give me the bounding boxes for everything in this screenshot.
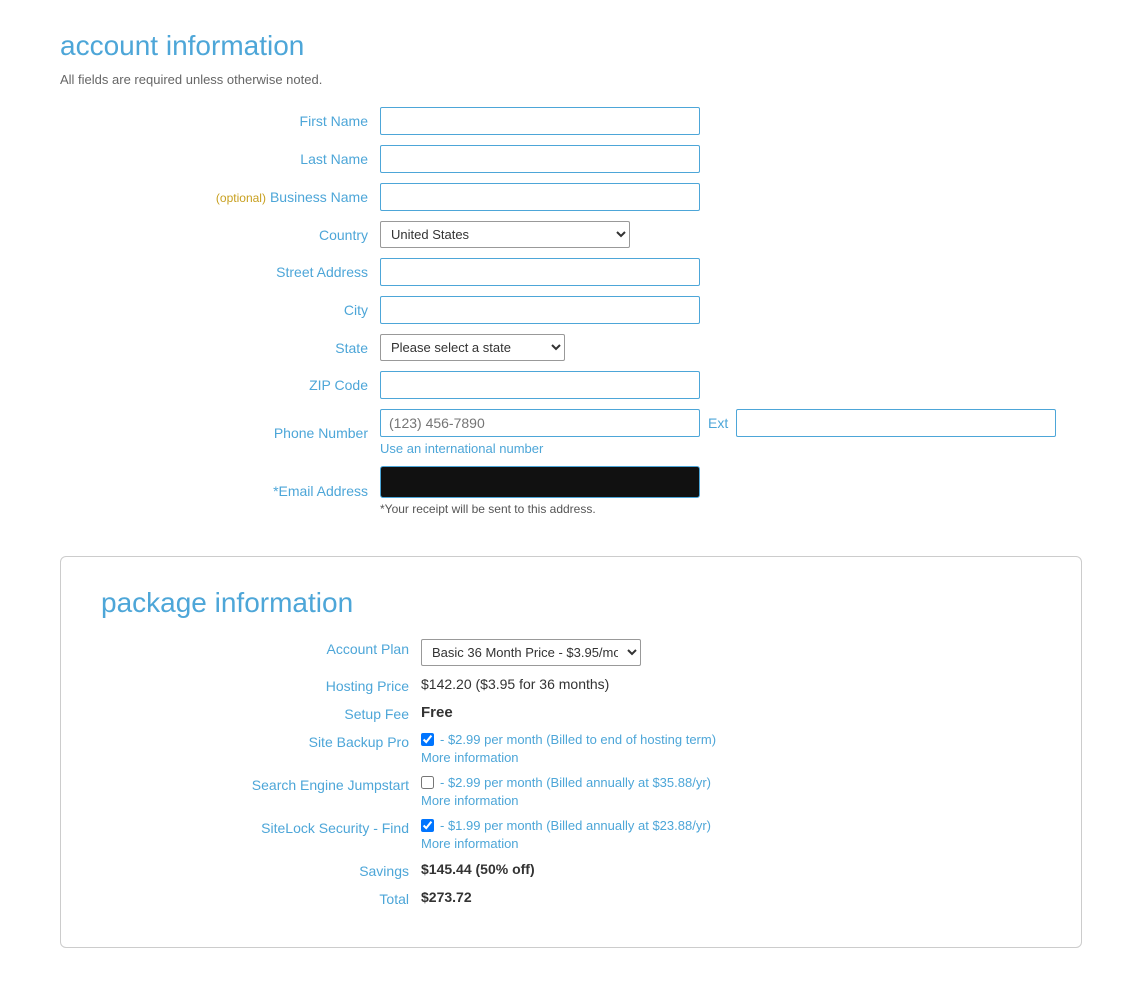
total-row: Total $273.72 — [101, 889, 1041, 907]
phone-number-row: Phone Number Ext Use an international nu… — [60, 409, 1082, 456]
search-engine-checkbox[interactable] — [421, 776, 434, 789]
sitelock-checkbox[interactable] — [421, 819, 434, 832]
business-name-row: (optional)Business Name — [60, 183, 1082, 211]
street-address-input[interactable] — [380, 258, 700, 286]
search-engine-addon: - $2.99 per month (Billed annually at $3… — [421, 775, 711, 808]
street-address-row: Street Address — [60, 258, 1082, 286]
first-name-row: First Name — [60, 107, 1082, 135]
zip-code-row: ZIP Code — [60, 371, 1082, 399]
site-backup-price: - $2.99 per month (Billed to end of host… — [440, 732, 716, 747]
savings-row: Savings $145.44 (50% off) — [101, 861, 1041, 879]
ext-input[interactable] — [736, 409, 1056, 437]
country-label: Country — [60, 227, 380, 243]
setup-fee-label: Setup Fee — [101, 704, 421, 722]
city-row: City — [60, 296, 1082, 324]
search-engine-more-info[interactable]: More information — [421, 793, 711, 808]
email-note: *Your receipt will be sent to this addre… — [380, 502, 700, 516]
phone-col: Ext Use an international number — [380, 409, 1056, 456]
city-input[interactable] — [380, 296, 700, 324]
street-address-label: Street Address — [60, 264, 380, 280]
account-information-section: account information All fields are requi… — [60, 30, 1082, 516]
package-title: package information — [101, 587, 1041, 619]
package-information-section: package information Account Plan Basic 3… — [60, 556, 1082, 948]
setup-fee-row: Setup Fee Free — [101, 704, 1041, 722]
hosting-price-label: Hosting Price — [101, 676, 421, 694]
email-row: *Email Address *Your receipt will be sen… — [60, 466, 1082, 516]
account-title: account information — [60, 30, 1082, 62]
search-engine-line: - $2.99 per month (Billed annually at $3… — [421, 775, 711, 790]
country-row: Country United States — [60, 221, 1082, 248]
sitelock-addon: - $1.99 per month (Billed annually at $2… — [421, 818, 711, 851]
city-label: City — [60, 302, 380, 318]
account-plan-select[interactable]: Basic 36 Month Price - $3.95/mo. — [421, 639, 641, 666]
state-row: State Please select a state — [60, 334, 1082, 361]
zip-code-label: ZIP Code — [60, 377, 380, 393]
business-name-input[interactable] — [380, 183, 700, 211]
ext-label: Ext — [708, 415, 728, 431]
account-plan-value: Basic 36 Month Price - $3.95/mo. — [421, 639, 641, 666]
first-name-label: First Name — [60, 113, 380, 129]
last-name-label: Last Name — [60, 151, 380, 167]
sitelock-line: - $1.99 per month (Billed annually at $2… — [421, 818, 711, 833]
country-select[interactable]: United States — [380, 221, 630, 248]
business-name-label: (optional)Business Name — [60, 189, 380, 205]
intl-number-link[interactable]: Use an international number — [380, 441, 1056, 456]
search-engine-row: Search Engine Jumpstart - $2.99 per mont… — [101, 775, 1041, 808]
total-label: Total — [101, 889, 421, 907]
site-backup-checkbox[interactable] — [421, 733, 434, 746]
hosting-price-row: Hosting Price $142.20 ($3.95 for 36 mont… — [101, 676, 1041, 694]
account-subtitle: All fields are required unless otherwise… — [60, 72, 1082, 87]
last-name-input[interactable] — [380, 145, 700, 173]
email-label: *Email Address — [60, 483, 380, 499]
phone-wrapper: Ext — [380, 409, 1056, 437]
sitelock-label: SiteLock Security - Find — [101, 818, 421, 836]
search-engine-label: Search Engine Jumpstart — [101, 775, 421, 793]
state-select[interactable]: Please select a state — [380, 334, 565, 361]
site-backup-addon: - $2.99 per month (Billed to end of host… — [421, 732, 716, 765]
site-backup-line: - $2.99 per month (Billed to end of host… — [421, 732, 716, 747]
sitelock-price: - $1.99 per month (Billed annually at $2… — [440, 818, 711, 833]
hosting-price-value: $142.20 ($3.95 for 36 months) — [421, 676, 609, 692]
email-input-redacted[interactable] — [380, 466, 700, 498]
phone-number-label: Phone Number — [60, 425, 380, 441]
state-label: State — [60, 340, 380, 356]
last-name-row: Last Name — [60, 145, 1082, 173]
site-backup-label: Site Backup Pro — [101, 732, 421, 750]
setup-fee-value: Free — [421, 704, 453, 721]
savings-value: $145.44 (50% off) — [421, 861, 535, 877]
savings-label: Savings — [101, 861, 421, 879]
account-plan-label: Account Plan — [101, 639, 421, 657]
site-backup-row: Site Backup Pro - $2.99 per month (Bille… — [101, 732, 1041, 765]
search-engine-price: - $2.99 per month (Billed annually at $3… — [440, 775, 711, 790]
site-backup-more-info[interactable]: More information — [421, 750, 716, 765]
sitelock-more-info[interactable]: More information — [421, 836, 711, 851]
optional-label: (optional) — [216, 191, 266, 205]
phone-input[interactable] — [380, 409, 700, 437]
first-name-input[interactable] — [380, 107, 700, 135]
sitelock-row: SiteLock Security - Find - $1.99 per mon… — [101, 818, 1041, 851]
email-col: *Your receipt will be sent to this addre… — [380, 466, 700, 516]
account-plan-row: Account Plan Basic 36 Month Price - $3.9… — [101, 639, 1041, 666]
zip-code-input[interactable] — [380, 371, 700, 399]
total-value: $273.72 — [421, 889, 472, 905]
